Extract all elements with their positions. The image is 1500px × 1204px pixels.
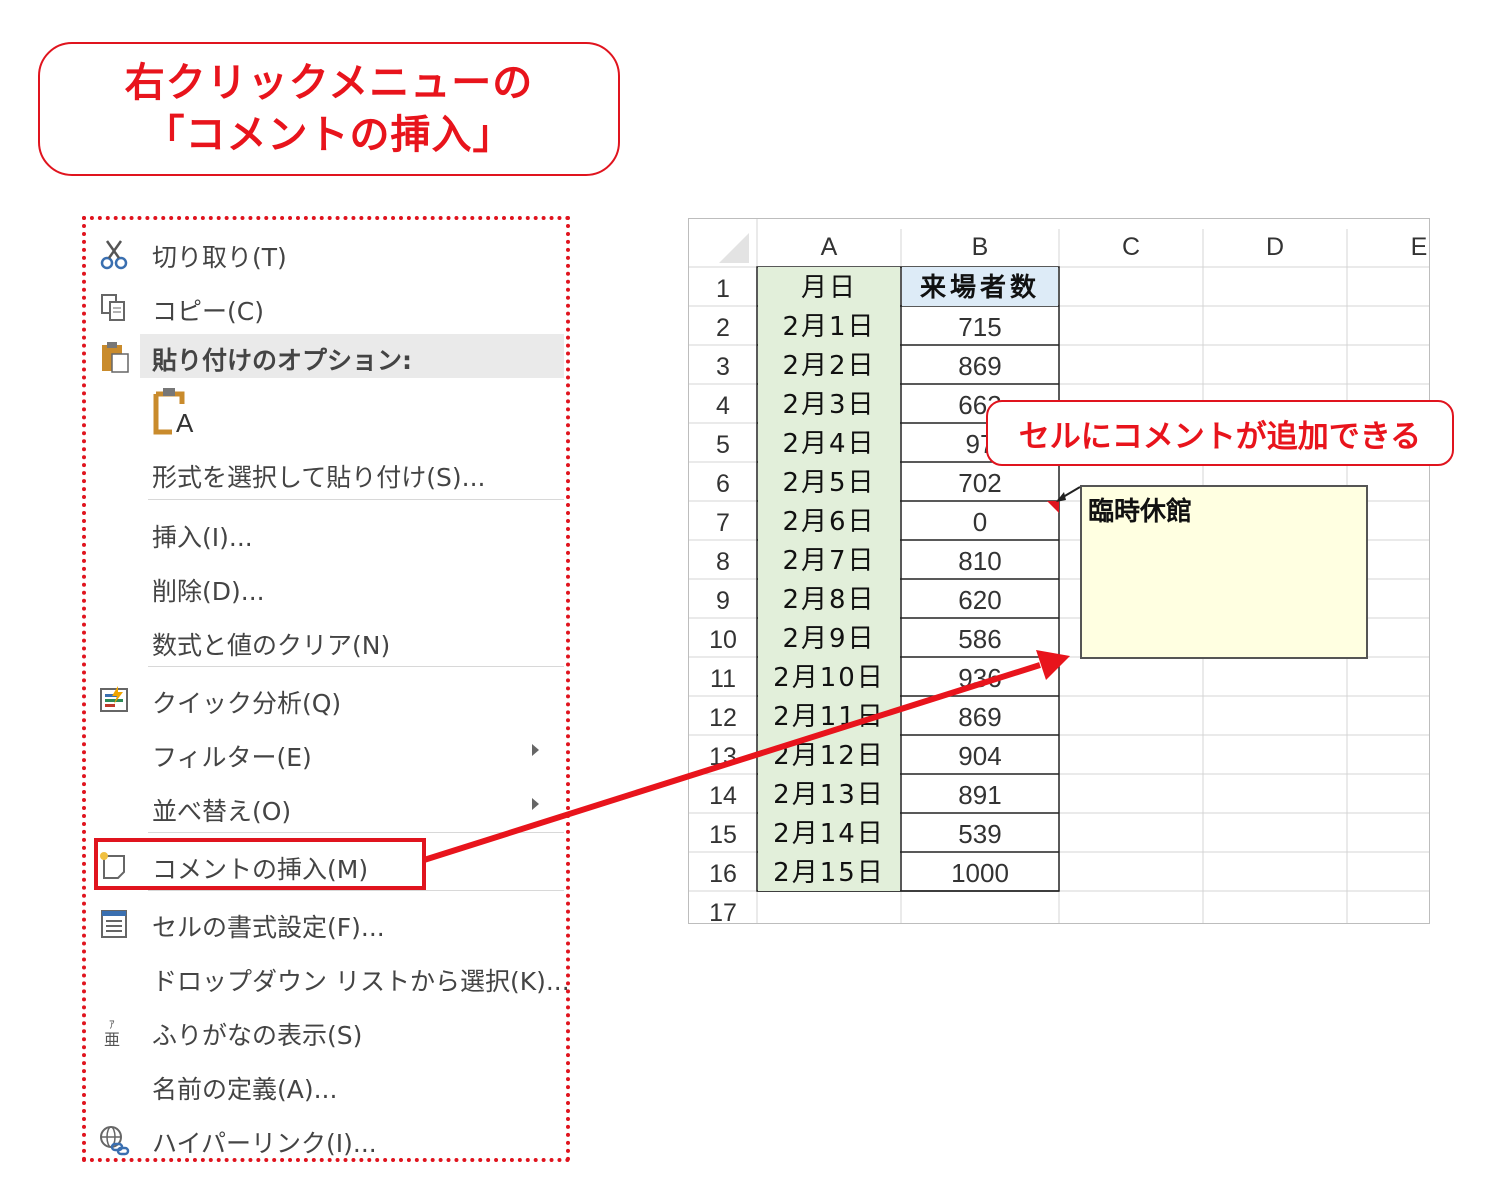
annotation-arrows: [423, 486, 1081, 863]
comment-pointer-head: [1056, 492, 1066, 502]
annotation-arrowhead: [1036, 650, 1070, 680]
annotation-arrow-line: [423, 662, 1041, 863]
